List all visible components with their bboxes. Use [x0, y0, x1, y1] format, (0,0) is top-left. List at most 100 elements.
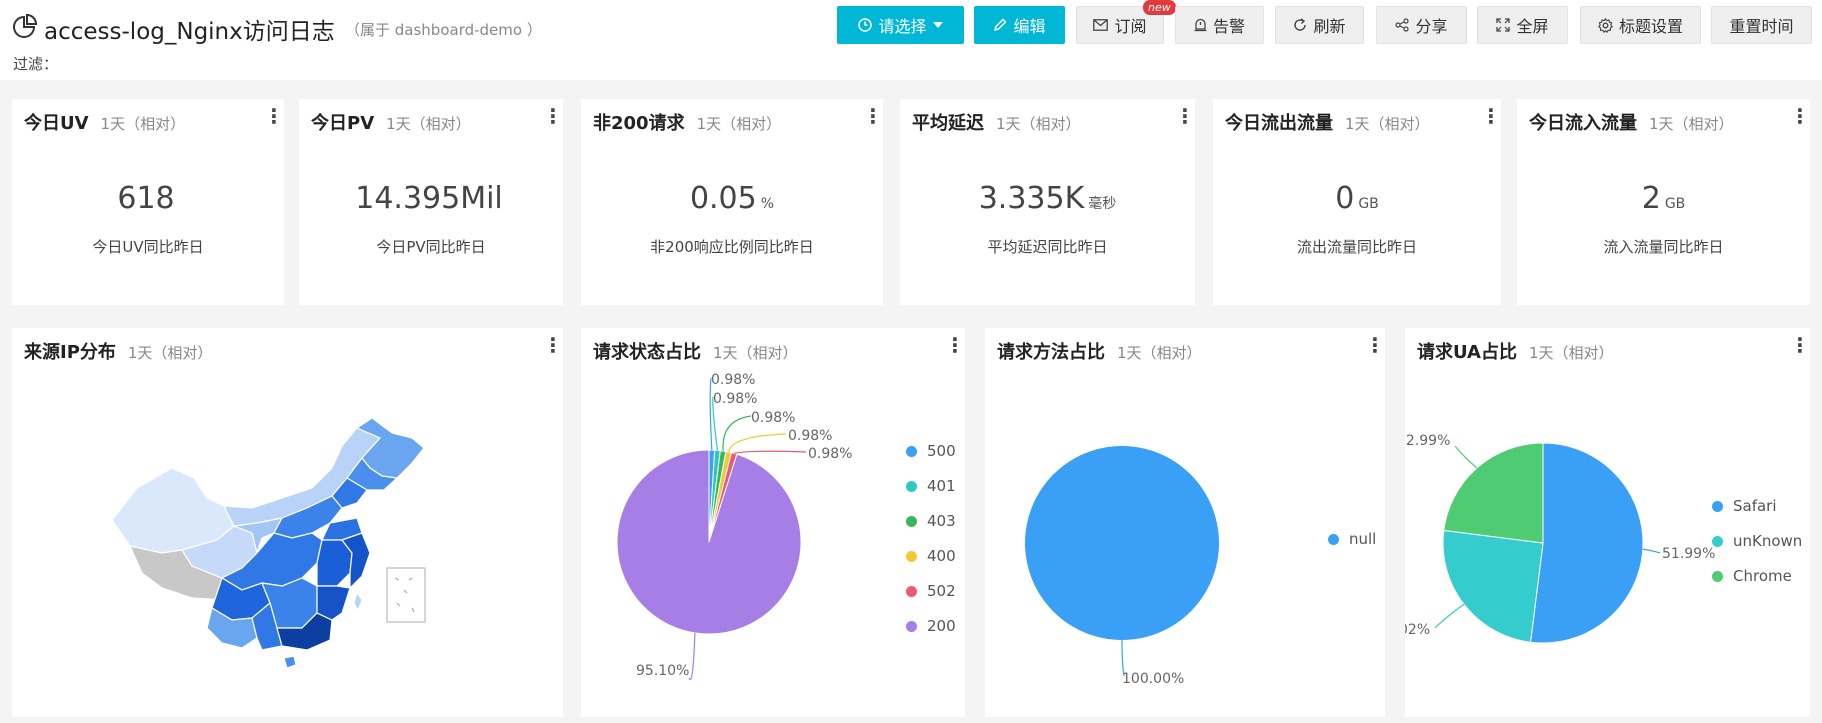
- mail-icon: [1093, 19, 1109, 31]
- label-leader-line: [722, 415, 752, 452]
- label-leader-line: [1454, 445, 1478, 469]
- legend-item[interactable]: 200: [906, 615, 956, 637]
- legend-label: Chrome: [1733, 567, 1792, 585]
- map-region-taiwan: [353, 591, 363, 612]
- metric-unit: %: [760, 196, 775, 212]
- card-title: 今日流出流量 1天（相对）: [1225, 109, 1430, 135]
- legend-dot-icon: [906, 620, 917, 632]
- legend-dot-icon: [1328, 533, 1339, 545]
- south-sea-islands: [394, 577, 415, 613]
- metric-card: 今日PV 1天（相对） ⋮ 14.395Mil 今日PV同比昨日: [299, 99, 563, 305]
- metric-number: 3.335K: [978, 181, 1085, 216]
- alert-button[interactable]: 告警: [1175, 6, 1264, 44]
- pie-slice[interactable]: [616, 449, 802, 635]
- metric-card: 今日流出流量 1天（相对） ⋮ 0 GB 流出流量同比昨日: [1213, 99, 1501, 305]
- fullscreen-icon: [1496, 18, 1511, 32]
- card-title-text: 今日流出流量: [1225, 113, 1333, 134]
- caret-down-icon: [932, 21, 943, 29]
- pie-slice[interactable]: [1025, 446, 1219, 640]
- metric-label: 今日UV同比昨日: [92, 238, 204, 256]
- more-menu-icon[interactable]: ⋮: [863, 106, 883, 127]
- legend-item[interactable]: Safari: [1712, 495, 1802, 517]
- card-time-range: 1天（相对）: [996, 115, 1081, 133]
- legend-item[interactable]: null: [1328, 528, 1376, 550]
- pie-slice[interactable]: [1529, 442, 1644, 644]
- legend-item[interactable]: 400: [906, 545, 956, 567]
- data-label: 02%: [1405, 622, 1430, 638]
- metric-number: 14.395Mil: [355, 181, 503, 216]
- dashboard-page: access-log_Nginx访问日志 （属于 dashboard-demo …: [0, 0, 1822, 723]
- legend-dot-icon: [1712, 535, 1723, 547]
- title-settings-button[interactable]: 标题设置: [1580, 6, 1701, 44]
- data-label: 0.98%: [711, 372, 755, 388]
- metric-number: 0.05: [689, 181, 757, 216]
- legend-item[interactable]: 502: [906, 580, 956, 602]
- legend-dot-icon: [906, 515, 917, 527]
- method-pie-chart: 100.00%: [1025, 446, 1219, 687]
- label-leader-line: [733, 450, 807, 455]
- metric-label: 非200响应比例同比昨日: [650, 238, 814, 256]
- reset-time-button[interactable]: 重置时间: [1711, 6, 1812, 44]
- legend-label: 403: [927, 512, 956, 530]
- more-menu-icon[interactable]: ⋮: [1175, 106, 1195, 127]
- pie-slice[interactable]: [1443, 442, 1544, 544]
- edit-button[interactable]: 编辑: [974, 6, 1065, 44]
- fullscreen-button[interactable]: 全屏: [1477, 6, 1568, 44]
- card-time-range: 1天（相对）: [1345, 115, 1430, 133]
- legend-item[interactable]: unKnown: [1712, 530, 1802, 552]
- select-dropdown-button[interactable]: 请选择: [837, 6, 964, 44]
- more-menu-icon[interactable]: ⋮: [1481, 106, 1501, 127]
- legend-label: 500: [927, 442, 956, 460]
- data-label: 0.98%: [808, 446, 852, 462]
- card-title-text: 今日PV: [311, 113, 375, 134]
- metric-value: 0 GB: [1213, 181, 1501, 216]
- legend-item[interactable]: 403: [906, 510, 956, 532]
- card-title-text: 非200请求: [593, 113, 685, 134]
- data-label: 51.99%: [1662, 546, 1715, 562]
- gear-icon: [1597, 17, 1613, 33]
- legend-item[interactable]: 500: [906, 440, 956, 462]
- legend-dot-icon: [906, 445, 917, 457]
- label-leader-line: [1434, 603, 1465, 629]
- share-label: 分享: [1415, 17, 1448, 36]
- legend-item[interactable]: Chrome: [1712, 565, 1802, 587]
- card-title: 平均延迟 1天（相对）: [912, 109, 1081, 135]
- ip-distribution-panel: 来源IP分布 1天（相对） ⋮: [12, 328, 563, 717]
- page-subtitle: （属于 dashboard-demo ）: [345, 21, 542, 39]
- label-leader-line: [1642, 548, 1661, 554]
- dashboard-header: access-log_Nginx访问日志 （属于 dashboard-demo …: [0, 0, 1822, 80]
- clock-icon: [858, 18, 873, 32]
- legend-dot-icon: [906, 550, 917, 562]
- metric-number: 0: [1335, 181, 1355, 216]
- legend-dot-icon: [906, 585, 917, 597]
- data-label: 22.99%: [1405, 433, 1450, 449]
- pencil-icon: [993, 18, 1008, 32]
- share-icon: [1395, 18, 1410, 32]
- pie-slice[interactable]: [1442, 529, 1544, 643]
- card-time-range: 1天（相对）: [386, 115, 471, 133]
- refresh-button[interactable]: 刷新: [1275, 6, 1364, 44]
- data-label: 0.98%: [713, 391, 757, 407]
- metric-label: 平均延迟同比昨日: [987, 238, 1108, 256]
- more-menu-icon[interactable]: ⋮: [1790, 106, 1810, 127]
- share-button[interactable]: 分享: [1376, 6, 1467, 44]
- card-title: 今日PV 1天（相对）: [311, 109, 471, 135]
- legend-dot-icon: [906, 480, 917, 492]
- metric-unit: 毫秒: [1088, 196, 1117, 212]
- metric-label: 流入流量同比昨日: [1603, 238, 1724, 256]
- alert-label: 告警: [1212, 17, 1245, 36]
- legend-label: unKnown: [1733, 532, 1803, 550]
- legend-label: null: [1349, 530, 1377, 548]
- metric-unit: GB: [1358, 196, 1379, 212]
- select-label: 请选择: [878, 17, 927, 36]
- legend-item[interactable]: 401: [906, 475, 956, 497]
- new-badge: new: [1143, 0, 1176, 15]
- card-title: 非200请求 1天（相对）: [593, 109, 781, 135]
- more-menu-icon[interactable]: ⋮: [543, 106, 563, 127]
- metric-value: 3.335K 毫秒: [900, 181, 1195, 216]
- edit-label: 编辑: [1013, 17, 1046, 36]
- data-label: 100.00%: [1122, 671, 1184, 687]
- more-menu-icon[interactable]: ⋮: [264, 106, 284, 127]
- metric-value: 14.395Mil: [299, 181, 563, 216]
- method-ratio-panel: 请求方法占比 1天（相对） ⋮ 100.00% null: [985, 328, 1385, 717]
